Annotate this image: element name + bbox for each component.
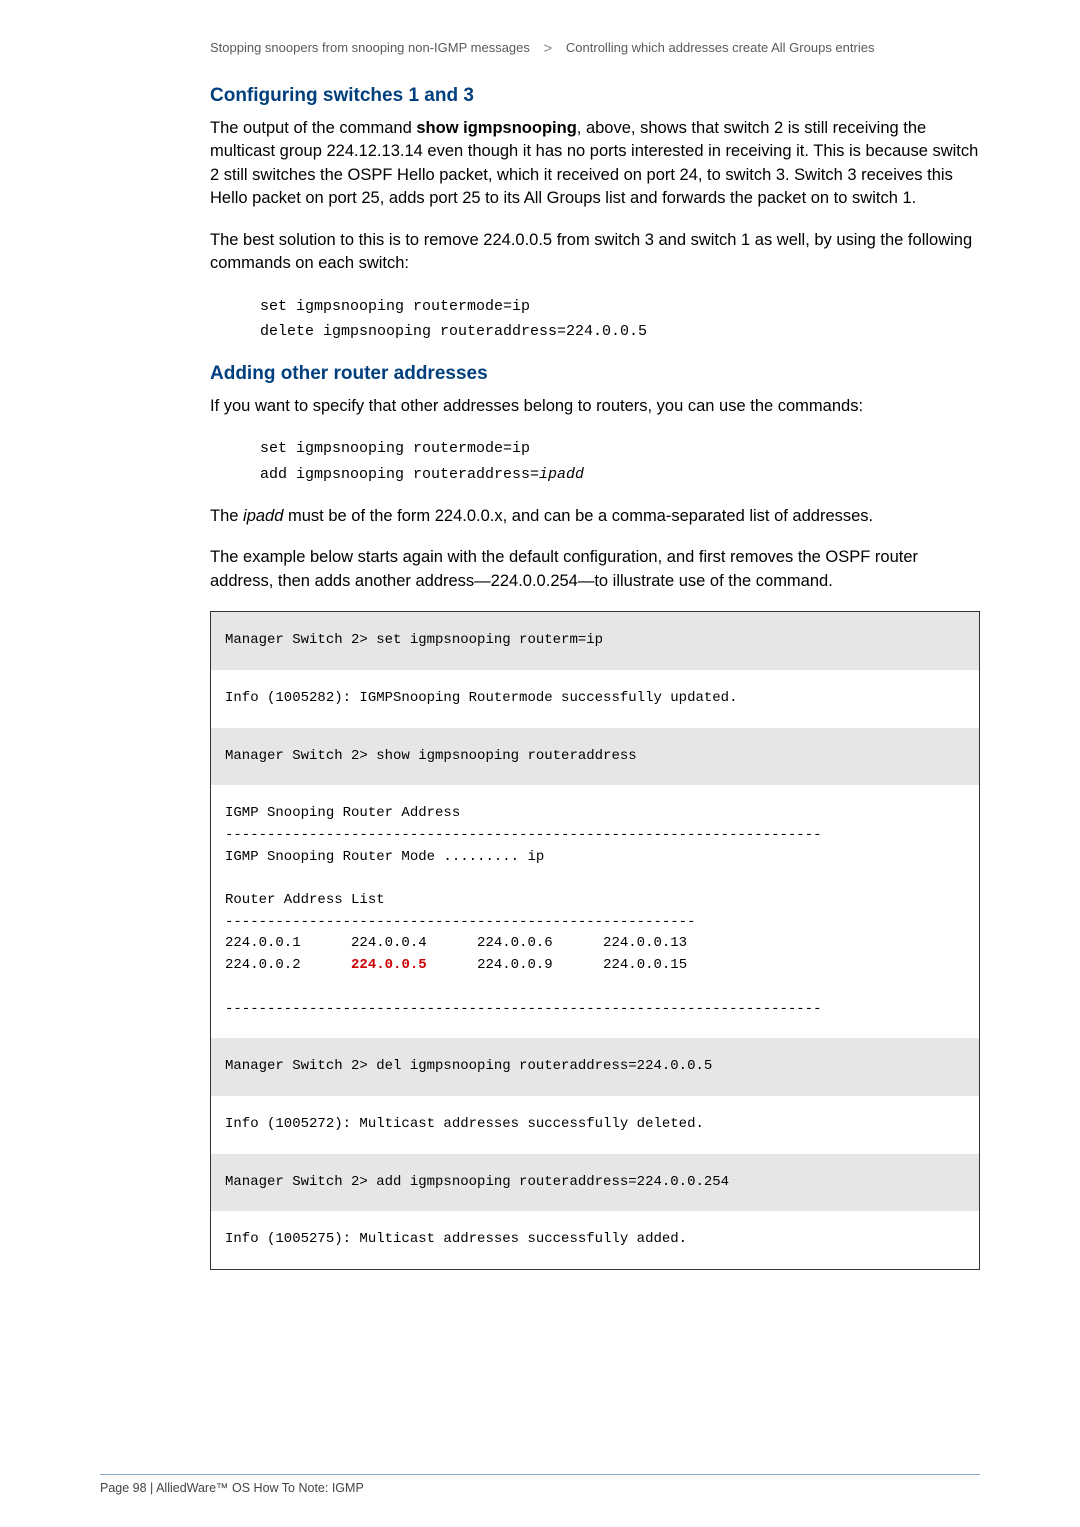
p2-frag-b: must be of the form 224.0.0.x, and can b… <box>283 507 873 525</box>
term-out-3: Info (1005275): Multicast addresses succ… <box>211 1211 979 1269</box>
crumb-separator: > <box>544 40 553 57</box>
code-line-1: set igmpsnooping routermode=ip <box>260 294 980 320</box>
p1-bold: show igmpsnooping <box>416 119 576 137</box>
term-block-pre: IGMP Snooping Router Address -----------… <box>225 803 965 1020</box>
p2-frag-a: The <box>210 507 243 525</box>
breadcrumb: Stopping snoopers from snooping non-IGMP… <box>210 40 980 57</box>
section2-p1: If you want to specify that other addres… <box>210 395 980 418</box>
terminal-output: Manager Switch 2> set igmpsnooping route… <box>210 611 980 1270</box>
section1-p2: The best solution to this is to remove 2… <box>210 229 980 276</box>
section1-heading: Configuring switches 1 and 3 <box>210 85 980 107</box>
section1-code: set igmpsnooping routermode=ip delete ig… <box>210 294 980 345</box>
term-out-1: Info (1005282): IGMPSnooping Routermode … <box>211 670 979 728</box>
code-line-2: delete igmpsnooping routeraddress=224.0.… <box>260 319 980 345</box>
footer-divider <box>100 1474 980 1475</box>
p2-ital: ipadd <box>243 507 283 525</box>
crumb-part2: Controlling which addresses create All G… <box>566 40 875 55</box>
term-out-2: Info (1005272): Multicast addresses succ… <box>211 1096 979 1154</box>
section2-p2: The ipadd must be of the form 224.0.0.x,… <box>210 505 980 528</box>
term-cmd-3: Manager Switch 2> del igmpsnooping route… <box>211 1038 979 1096</box>
section1-p1: The output of the command show igmpsnoop… <box>210 117 980 211</box>
term-block: IGMP Snooping Router Address -----------… <box>211 785 979 1038</box>
crumb-part1: Stopping snoopers from snooping non-IGMP… <box>210 40 530 55</box>
section2-heading: Adding other router addresses <box>210 363 980 385</box>
term-cmd-2: Manager Switch 2> show igmpsnooping rout… <box>211 728 979 786</box>
code-line-3: set igmpsnooping routermode=ip <box>260 436 980 462</box>
term-cmd-1: Manager Switch 2> set igmpsnooping route… <box>211 612 979 670</box>
code-line-4: add igmpsnooping routeraddress=ipadd <box>260 462 980 488</box>
term-block-hl: 224.0.0.5 <box>351 957 427 973</box>
page-footer: Page 98 | AlliedWare™ OS How To Note: IG… <box>100 1481 364 1495</box>
term-cmd-4: Manager Switch 2> add igmpsnooping route… <box>211 1154 979 1212</box>
code-4a: add igmpsnooping routeraddress= <box>260 466 539 483</box>
section2-code: set igmpsnooping routermode=ip add igmps… <box>210 436 980 487</box>
section2-p3: The example below starts again with the … <box>210 546 980 593</box>
term-block-a: IGMP Snooping Router Address -----------… <box>225 805 822 973</box>
p1-frag-a: The output of the command <box>210 119 416 137</box>
code-4b: ipadd <box>539 466 584 483</box>
